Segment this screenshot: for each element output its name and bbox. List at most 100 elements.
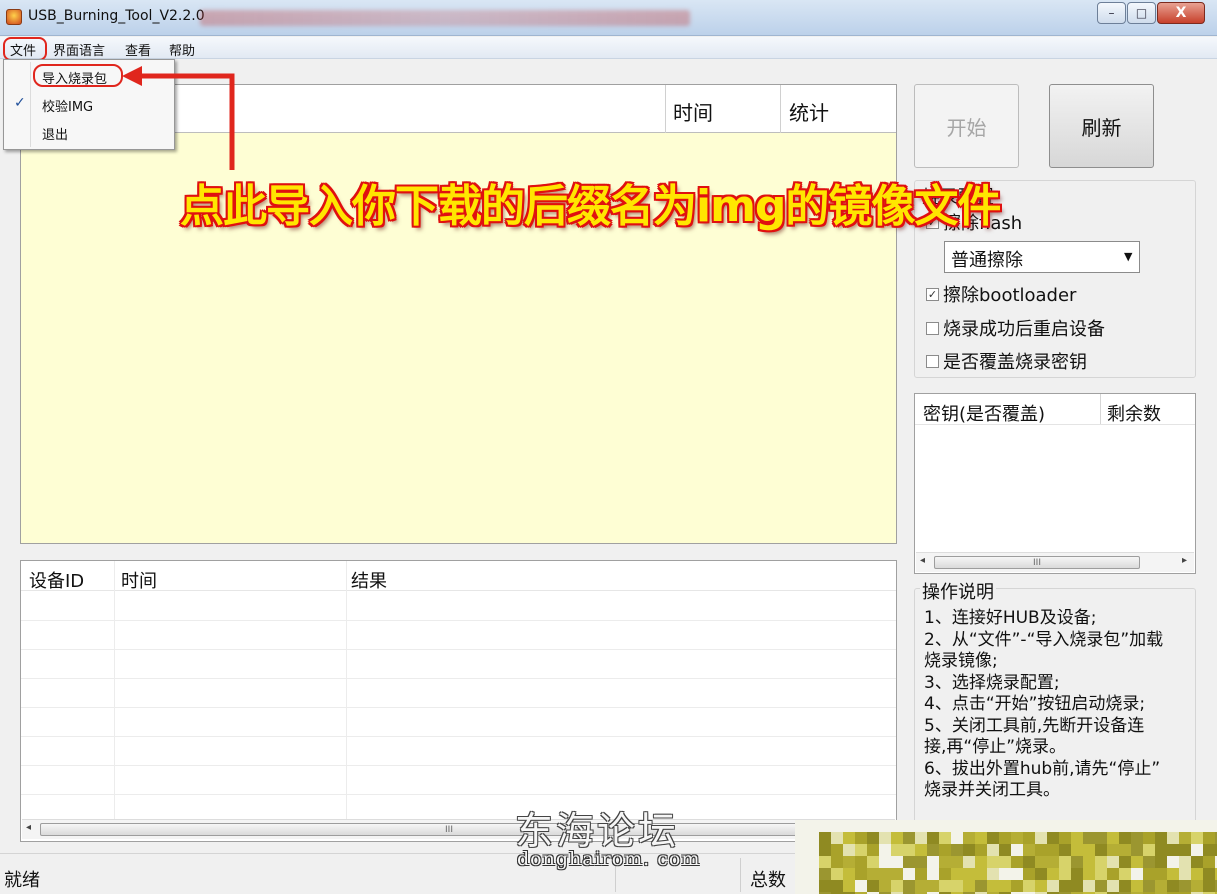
mosaic-cell xyxy=(1071,880,1083,892)
column-header-remaining[interactable]: 剩余数 xyxy=(1107,400,1161,426)
mosaic-cell xyxy=(1167,820,1179,832)
menu-help[interactable]: 帮助 xyxy=(169,40,195,59)
checkbox-icon[interactable] xyxy=(926,321,939,335)
menu-item-exit[interactable]: 退出 xyxy=(42,124,68,143)
reboot-after-checkbox[interactable]: 烧录成功后重启设备 xyxy=(926,315,1105,341)
mosaic-cell xyxy=(1023,820,1035,832)
mosaic-cell xyxy=(843,844,855,856)
mosaic-cell xyxy=(927,844,939,856)
maximize-button[interactable]: □ xyxy=(1127,2,1156,24)
dropdown-arrow-icon[interactable]: ▼ xyxy=(1124,250,1132,263)
mosaic-cell xyxy=(1119,844,1131,856)
mosaic-cell xyxy=(879,832,891,844)
mosaic-cell xyxy=(939,868,951,880)
mosaic-cell xyxy=(963,820,975,832)
mosaic-cell xyxy=(1035,832,1047,844)
column-header-result[interactable]: 结果 xyxy=(351,567,387,593)
mosaic-cell xyxy=(879,844,891,856)
instruction-line: 接,再“停止”烧录。 xyxy=(924,737,1067,757)
mosaic-cell xyxy=(1155,880,1167,892)
device-table-header: 设备ID 时间 结果 xyxy=(21,561,896,593)
app-icon xyxy=(6,9,22,25)
row-gridline xyxy=(21,678,896,679)
mosaic-cell xyxy=(891,820,903,832)
mosaic-cell xyxy=(879,820,891,832)
device-table-scrollbar[interactable]: ◂ III xyxy=(22,819,895,839)
menu-language[interactable]: 界面语言 xyxy=(53,40,105,59)
key-table[interactable]: 密钥(是否覆盖) 剩余数 ◂ III ▸ xyxy=(914,393,1196,574)
mosaic-cell xyxy=(975,856,987,868)
mosaic-cell xyxy=(903,844,915,856)
mosaic-cell xyxy=(1035,820,1047,832)
column-separator[interactable] xyxy=(780,85,781,133)
start-button[interactable]: 开始 xyxy=(914,84,1019,168)
overwrite-key-label: 是否覆盖烧录密钥 xyxy=(943,352,1087,373)
mosaic-cell xyxy=(939,832,951,844)
mosaic-cell xyxy=(1011,868,1023,880)
menu-view[interactable]: 查看 xyxy=(125,40,151,59)
mosaic-cell xyxy=(975,832,987,844)
mosaic-cell xyxy=(1167,868,1179,880)
column-separator[interactable] xyxy=(1100,394,1101,424)
mosaic-cell xyxy=(987,856,999,868)
mosaic-cell xyxy=(1131,844,1143,856)
mosaic-cell xyxy=(1095,880,1107,892)
reboot-after-label: 烧录成功后重启设备 xyxy=(943,319,1105,340)
mosaic-cell xyxy=(1083,856,1095,868)
mosaic-cell xyxy=(1035,880,1047,892)
mosaic-cell xyxy=(1059,880,1071,892)
mosaic-cell xyxy=(831,868,843,880)
overwrite-key-checkbox[interactable]: 是否覆盖烧录密钥 xyxy=(926,348,1087,374)
status-text: 就绪 xyxy=(4,870,40,891)
mosaic-cell xyxy=(843,880,855,892)
column-header-time[interactable]: 时间 xyxy=(121,567,157,593)
mosaic-cell xyxy=(1203,880,1215,892)
column-header-device-id[interactable]: 设备ID xyxy=(29,567,84,593)
mosaic-cell xyxy=(1143,820,1155,832)
mosaic-cell xyxy=(1047,832,1059,844)
mosaic-cell xyxy=(867,820,879,832)
mosaic-cell xyxy=(999,856,1011,868)
mosaic-cell xyxy=(1083,880,1095,892)
scroll-left-icon[interactable]: ◂ xyxy=(26,822,31,833)
mosaic-cell xyxy=(1059,820,1071,832)
mosaic-cell xyxy=(975,868,987,880)
mosaic-cell xyxy=(1023,844,1035,856)
column-header-stats[interactable]: 统计 xyxy=(789,97,829,126)
mosaic-cell xyxy=(843,832,855,844)
menu-item-verify-img[interactable]: 校验IMG xyxy=(42,96,93,115)
mosaic-cell xyxy=(1107,844,1119,856)
watermark-url: donghairom. com xyxy=(517,848,701,870)
device-table[interactable]: 设备ID 时间 结果 ◂ III xyxy=(20,560,897,842)
checkbox-icon[interactable]: ✓ xyxy=(926,287,939,301)
erase-bootloader-checkbox[interactable]: ✓ 擦除bootloader xyxy=(926,281,1076,307)
erase-mode-select[interactable]: 普通擦除 xyxy=(944,241,1140,273)
mosaic-cell xyxy=(819,832,831,844)
minimize-button[interactable]: – xyxy=(1097,2,1126,24)
checkbox-icon[interactable] xyxy=(926,354,939,368)
column-separator[interactable] xyxy=(665,85,666,133)
column-header-time[interactable]: 时间 xyxy=(673,97,713,126)
column-header-key[interactable]: 密钥(是否覆盖) xyxy=(923,400,1045,426)
instructions-text: 1、连接好HUB及设备; 2、从“文件”-“导入烧录包”加载 烧录镜像; 3、选… xyxy=(924,608,1192,802)
scroll-left-icon[interactable]: ◂ xyxy=(920,555,925,566)
mosaic-cell xyxy=(927,820,939,832)
close-button[interactable]: X xyxy=(1157,2,1205,24)
mosaic-cell xyxy=(915,844,927,856)
mosaic-cell xyxy=(963,868,975,880)
mosaic-cell xyxy=(891,832,903,844)
scrollbar-thumb[interactable]: III xyxy=(934,556,1140,569)
mosaic-cell xyxy=(927,868,939,880)
key-table-scrollbar[interactable]: ◂ III ▸ xyxy=(916,552,1194,572)
mosaic-cell xyxy=(843,856,855,868)
mosaic-cell xyxy=(1023,856,1035,868)
mosaic-cell xyxy=(999,880,1011,892)
mosaic-cell xyxy=(999,832,1011,844)
mosaic-cell xyxy=(1095,820,1107,832)
scroll-right-icon[interactable]: ▸ xyxy=(1182,555,1187,566)
refresh-button[interactable]: 刷新 xyxy=(1049,84,1154,168)
mosaic-cell xyxy=(867,844,879,856)
mosaic-cell xyxy=(1191,832,1203,844)
scrollbar-thumb[interactable]: III xyxy=(40,823,858,836)
mosaic-cell xyxy=(1107,880,1119,892)
